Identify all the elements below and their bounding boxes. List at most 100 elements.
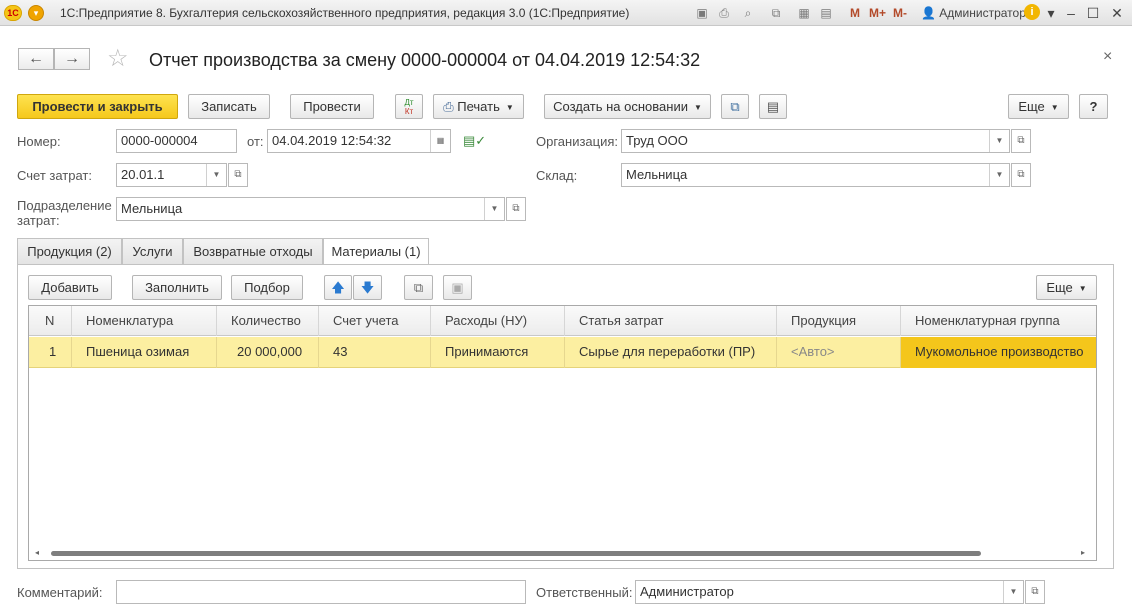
info-icon[interactable]: i (1024, 4, 1040, 20)
comment-field[interactable] (116, 580, 526, 604)
calculator-icon[interactable]: ▦ (796, 5, 812, 21)
col-product[interactable]: Продукция (777, 306, 901, 336)
move-up-icon[interactable]: 🡅 (324, 275, 352, 300)
col-account[interactable]: Счет учета (319, 306, 431, 336)
dropdown-icon[interactable]: ▼ (484, 198, 504, 220)
tab-returnable-waste[interactable]: Возвратные отходы (183, 238, 323, 264)
scroll-right-icon[interactable]: ▸ (1081, 548, 1085, 557)
col-n[interactable]: N (29, 306, 72, 336)
kt-label: Кт (404, 107, 414, 116)
current-user[interactable]: 👤 Администратор (921, 6, 1026, 20)
calendar-picker-icon[interactable]: ▦ (430, 130, 450, 152)
arrow-left-icon: ← (28, 50, 44, 67)
report-icon[interactable]: ▤ (759, 94, 787, 119)
organization-value: Труд ООО (626, 133, 688, 148)
create-based-on-button[interactable]: Создать на основании ▼ (544, 94, 711, 119)
table-more-button[interactable]: Еще ▼ (1036, 275, 1097, 300)
open-responsible-icon[interactable]: ⧉ (1025, 580, 1045, 604)
warehouse-field[interactable]: Мельница ▼ (621, 163, 1010, 187)
add-button[interactable]: Добавить (28, 275, 112, 300)
tab-services[interactable]: Услуги (122, 238, 183, 264)
warehouse-value: Мельница (626, 167, 688, 182)
scrollbar-thumb[interactable] (51, 551, 981, 556)
calendar-icon[interactable]: ▤ (818, 5, 834, 21)
open-cost-account-icon[interactable]: ⧉ (228, 163, 248, 187)
memory-mminus-button[interactable]: M- (893, 5, 907, 21)
main-menu-icon[interactable]: ▾ (28, 5, 44, 21)
dropdown-icon[interactable]: ▼ (1003, 581, 1023, 603)
close-form-icon[interactable]: × (1103, 48, 1112, 66)
number-label: Номер: (17, 134, 61, 149)
caret-down-icon: ▼ (1050, 103, 1059, 113)
more-button[interactable]: Еще ▼ (1008, 94, 1069, 119)
more-label: Еще (1018, 99, 1045, 114)
organization-field[interactable]: Труд ООО ▼ (621, 129, 1010, 153)
caret-down-icon: ▼ (1078, 284, 1087, 294)
table-row[interactable]: 1 Пшеница озимая 20 000,000 43 Принимают… (29, 337, 1096, 368)
memory-m-button[interactable]: M (850, 5, 860, 21)
user-icon: 👤 (921, 6, 936, 20)
save-button[interactable]: Записать (188, 94, 270, 119)
cell-n[interactable]: 1 (29, 337, 72, 368)
favorite-star-icon[interactable]: ☆ (107, 47, 129, 71)
print-button[interactable]: ⎙ Печать ▼ (433, 94, 524, 119)
help-button[interactable]: ? (1079, 94, 1108, 119)
cost-account-field[interactable]: 20.01.1 ▼ (116, 163, 227, 187)
responsible-field[interactable]: Администратор ▼ (635, 580, 1024, 604)
cell-account[interactable]: 43 (319, 337, 431, 368)
preview-icon[interactable]: ⌕ (740, 5, 756, 21)
col-item-group[interactable]: Номенклатурная группа (901, 306, 1096, 336)
division-label-line1: Подразделение (17, 198, 112, 213)
arrow-right-icon: → (64, 50, 80, 67)
open-division-icon[interactable]: ⧉ (506, 197, 526, 221)
col-cost-item[interactable]: Статья затрат (565, 306, 777, 336)
dropdown-icon[interactable]: ▾ (1042, 4, 1060, 22)
paste-row-icon[interactable]: ▣ (443, 275, 472, 300)
minimize-icon[interactable]: – (1062, 4, 1080, 22)
cell-quantity[interactable]: 20 000,000 (217, 337, 319, 368)
dt-kt-button[interactable]: Дт Кт (395, 94, 423, 119)
close-window-icon[interactable]: ✕ (1108, 4, 1126, 22)
col-quantity[interactable]: Количество (217, 306, 319, 336)
col-expenses[interactable]: Расходы (НУ) (431, 306, 565, 336)
fill-button[interactable]: Заполнить (132, 275, 222, 300)
move-down-icon[interactable]: 🡇 (353, 275, 382, 300)
tab-products[interactable]: Продукция (2) (17, 238, 122, 264)
date-status-icon[interactable]: ▤✓ (463, 133, 486, 149)
number-field[interactable]: 0000-000004 (116, 129, 237, 153)
copy-row-icon[interactable]: ⧉ (404, 275, 433, 300)
cell-expenses[interactable]: Принимаются (431, 337, 565, 368)
open-organization-icon[interactable]: ⧉ (1011, 129, 1031, 153)
horizontal-scrollbar[interactable]: ◂ ▸ (35, 548, 1090, 557)
cost-account-label: Счет затрат: (17, 168, 92, 183)
structure-icon[interactable]: ⧉ (721, 94, 749, 119)
division-field[interactable]: Мельница ▼ (116, 197, 505, 221)
link-icon[interactable]: ⧉ (768, 5, 784, 21)
cell-cost-item[interactable]: Сырье для переработки (ПР) (565, 337, 777, 368)
date-field[interactable]: 04.04.2019 12:54:32 ▦ (267, 129, 451, 153)
col-item[interactable]: Номенклатура (72, 306, 217, 336)
dropdown-icon[interactable]: ▼ (989, 164, 1009, 186)
cell-item-group[interactable]: Мукомольное производство (901, 337, 1096, 368)
post-and-close-button[interactable]: Провести и закрыть (17, 94, 178, 119)
maximize-icon[interactable]: ☐ (1084, 4, 1102, 22)
app-titlebar: 1С ▾ 1С:Предприятие 8. Бухгалтерия сельс… (0, 0, 1132, 26)
memory-mplus-button[interactable]: M+ (869, 5, 886, 21)
print-icon[interactable]: ⎙ (716, 5, 732, 21)
back-button[interactable]: ← (18, 48, 54, 70)
dropdown-icon[interactable]: ▼ (989, 130, 1009, 152)
comment-label: Комментарий: (17, 585, 103, 600)
scroll-left-icon[interactable]: ◂ (35, 548, 39, 557)
save-icon[interactable]: ▣ (694, 5, 710, 21)
post-button[interactable]: Провести (290, 94, 374, 119)
tab-materials[interactable]: Материалы (1) (323, 238, 429, 265)
materials-table[interactable]: N Номенклатура Количество Счет учета Рас… (28, 305, 1097, 561)
cell-product[interactable]: <Авто> (777, 337, 901, 368)
forward-button[interactable]: → (54, 48, 90, 70)
dropdown-icon[interactable]: ▼ (206, 164, 226, 186)
pick-button[interactable]: Подбор (231, 275, 303, 300)
cell-item[interactable]: Пшеница озимая (72, 337, 217, 368)
create-based-label: Создать на основании (553, 99, 688, 114)
open-warehouse-icon[interactable]: ⧉ (1011, 163, 1031, 187)
cost-account-value: 20.01.1 (121, 167, 165, 182)
